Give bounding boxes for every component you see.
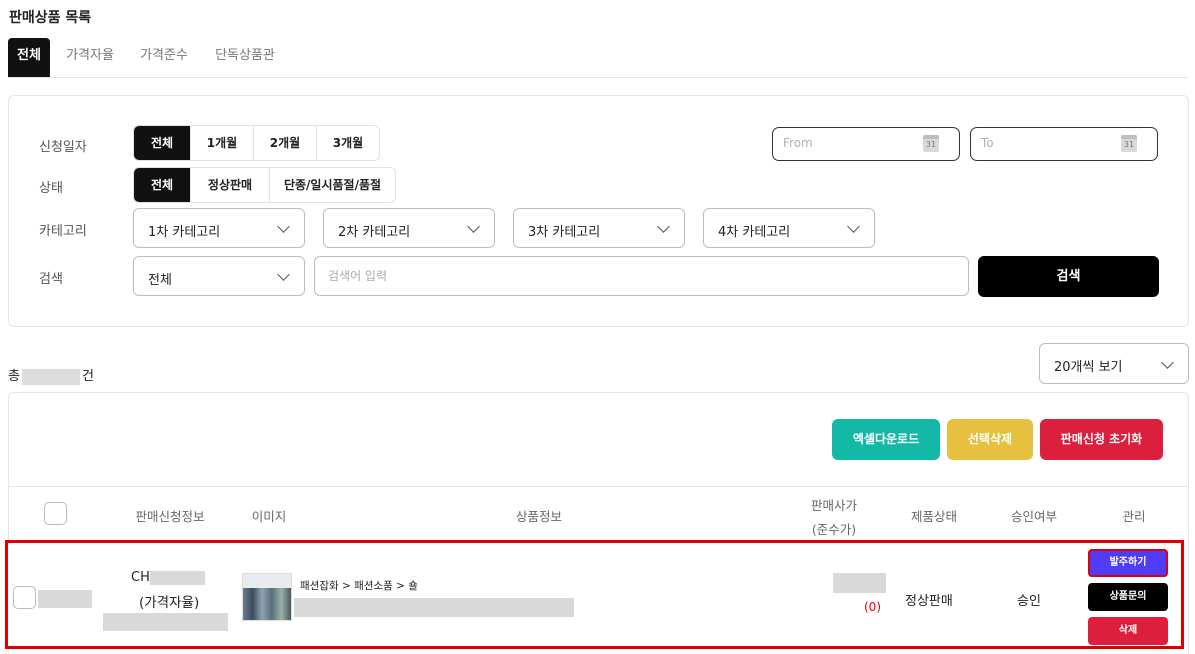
tab-all[interactable]: 전체 [8, 38, 50, 77]
header-price-line2: (준수가) [811, 522, 857, 537]
chevron-down-icon [277, 268, 290, 281]
total-prefix: 총 [8, 369, 20, 384]
chevron-down-icon [847, 220, 860, 233]
inquiry-button[interactable]: 상품문의 [1088, 583, 1168, 611]
redacted-count [21, 368, 80, 385]
row-code: CH [131, 570, 205, 585]
table-header: 판매신청정보 이미지 상품정보 판매사가 (준수가) 제품상태 승인여부 관리 [9, 486, 1188, 538]
search-field-value: 전체 [148, 273, 172, 288]
category-1-select[interactable]: 1차 카테고리 [133, 208, 305, 248]
category-3-select[interactable]: 3차 카테고리 [513, 208, 685, 248]
date-option-3month[interactable]: 3개월 [316, 126, 379, 160]
row-compliance-price: (0) [864, 600, 881, 614]
row-price-type: (가격자율) [139, 595, 200, 611]
category-2-select[interactable]: 2차 카테고리 [323, 208, 495, 248]
select-all-checkbox[interactable] [44, 502, 67, 525]
category-filter-label: 카테고리 [39, 224, 87, 239]
table-row: CH (가격자율) 패션잡화 > 패션소품 > 숄 (0) 정상판매 승인 발주… [5, 540, 1184, 649]
tab-price-fixed[interactable]: 가격준수 [132, 38, 196, 77]
status-filter-label: 상태 [39, 181, 63, 196]
per-page-value: 20개씩 보기 [1054, 360, 1123, 375]
search-input-wrap [314, 256, 969, 296]
status-segment: 전체 정상판매 단종/일시품절/품절 [133, 167, 396, 203]
product-thumbnail[interactable] [242, 573, 292, 621]
date-option-2month[interactable]: 2개월 [253, 126, 316, 160]
category-3-value: 3차 카테고리 [528, 225, 601, 240]
header-image: 이미지 [251, 509, 287, 524]
chevron-down-icon [467, 220, 480, 233]
category-1-value: 1차 카테고리 [148, 225, 221, 240]
chevron-down-icon [657, 220, 670, 233]
reset-application-button[interactable]: 판매신청 초기화 [1040, 419, 1163, 460]
search-button[interactable]: 검색 [978, 256, 1159, 297]
delete-selected-button[interactable]: 선택삭제 [947, 419, 1033, 460]
header-product: 상품정보 [515, 509, 562, 524]
tab-exclusive[interactable]: 단독상품관 [206, 38, 284, 77]
header-manage: 관리 [1122, 509, 1146, 524]
excel-download-button[interactable]: 엑셀다운로드 [832, 419, 940, 460]
header-price-line1: 판매사가 [810, 498, 857, 513]
status-option-discontinued[interactable]: 단종/일시품절/품절 [269, 168, 395, 202]
redacted-id [38, 590, 92, 608]
redacted-price [833, 573, 886, 593]
header-info: 판매신청정보 [135, 509, 205, 524]
category-4-select[interactable]: 4차 카테고리 [703, 208, 875, 248]
date-filter-label: 신청일자 [39, 140, 87, 155]
redacted-product-name[interactable] [294, 598, 574, 617]
status-option-all[interactable]: 전체 [134, 168, 190, 202]
date-option-1month[interactable]: 1개월 [190, 126, 253, 160]
per-page-select[interactable]: 20개씩 보기 [1039, 343, 1189, 384]
total-suffix: 건 [81, 369, 94, 384]
row-condition: 정상판매 [905, 594, 953, 609]
header-approval: 승인여부 [1010, 509, 1057, 524]
order-button[interactable]: 발주하기 [1088, 549, 1168, 577]
row-approval: 승인 [1017, 594, 1041, 609]
date-from-input[interactable]: From 31 [772, 127, 960, 161]
header-condition: 제품상태 [910, 509, 957, 524]
row-category-path: 패션잡화 > 패션소품 > 숄 [300, 580, 418, 592]
page-title: 판매상품 목록 [9, 10, 92, 26]
tab-price-free[interactable]: 가격자율 [58, 38, 122, 77]
chevron-down-icon [277, 220, 290, 233]
redacted-code [149, 570, 205, 585]
row-code-prefix: CH [131, 570, 150, 585]
date-range-segment: 전체 1개월 2개월 3개월 [133, 125, 380, 161]
tab-bar: 전체 가격자율 가격준수 단독상품관 [8, 38, 1188, 78]
date-option-all[interactable]: 전체 [134, 126, 190, 160]
redacted-info [103, 613, 228, 631]
category-2-value: 2차 카테고리 [338, 225, 411, 240]
row-checkbox[interactable] [13, 586, 36, 609]
search-field-select[interactable]: 전체 [133, 256, 305, 296]
search-filter-label: 검색 [39, 272, 63, 287]
search-input[interactable] [315, 257, 968, 295]
delete-button[interactable]: 삭제 [1088, 617, 1168, 645]
header-price: 판매사가 (준수가) [799, 495, 869, 538]
total-count: 총건 [8, 365, 94, 385]
calendar-icon[interactable]: 31 [923, 135, 939, 152]
filter-panel: 신청일자 전체 1개월 2개월 3개월 From 31 To 31 상태 전체 … [8, 95, 1189, 327]
date-from-placeholder: From [783, 136, 813, 150]
chevron-down-icon [1161, 356, 1174, 369]
calendar-icon[interactable]: 31 [1121, 135, 1137, 152]
date-to-placeholder: To [981, 136, 994, 150]
status-option-normal[interactable]: 정상판매 [190, 168, 269, 202]
category-4-value: 4차 카테고리 [718, 225, 791, 240]
date-to-input[interactable]: To 31 [970, 127, 1158, 161]
